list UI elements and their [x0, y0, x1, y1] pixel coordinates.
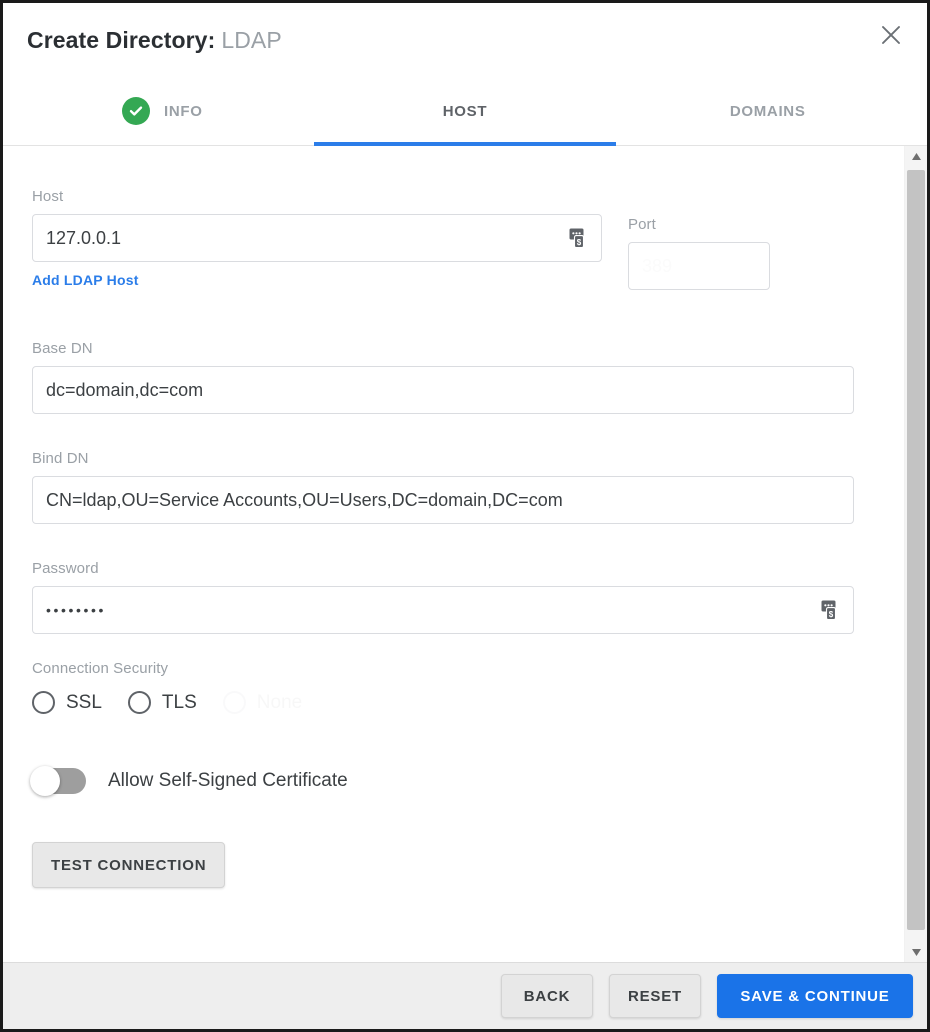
bind-dn-label: Bind DN — [32, 450, 854, 467]
host-input[interactable] — [33, 215, 557, 261]
base-dn-label: Base DN — [32, 340, 854, 357]
port-label: Port — [628, 216, 770, 233]
reset-button[interactable]: RESET — [609, 974, 701, 1018]
password-label: Password — [32, 560, 854, 577]
radio-icon — [32, 691, 55, 714]
base-dn-input[interactable] — [33, 367, 853, 413]
svg-text:$: $ — [577, 238, 582, 247]
radio-option-tls-label: TLS — [162, 692, 197, 714]
host-form: Host $ — [3, 146, 904, 962]
host-label: Host — [32, 188, 602, 205]
connection-security-label: Connection Security — [32, 660, 854, 677]
password-input[interactable] — [33, 587, 809, 633]
wizard-tabs: INFO HOST DOMAINS — [3, 77, 927, 146]
base-dn-field-group: Base DN — [32, 340, 854, 414]
spacer-3 — [32, 524, 854, 560]
self-signed-toggle[interactable] — [32, 768, 86, 794]
port-input-shell[interactable] — [628, 242, 770, 290]
back-button[interactable]: BACK — [501, 974, 593, 1018]
tab-host-label: HOST — [443, 103, 487, 120]
tab-domains-label: DOMAINS — [730, 103, 806, 120]
host-field-group: Host $ — [32, 188, 602, 290]
port-field-group: Port — [628, 216, 770, 290]
tab-host[interactable]: HOST — [314, 77, 617, 145]
tab-info[interactable]: INFO — [11, 77, 314, 145]
tab-info-label: INFO — [164, 103, 203, 120]
radio-option-ssl[interactable]: SSL — [32, 691, 102, 714]
bind-dn-input-shell[interactable] — [32, 476, 854, 524]
connection-security-options: SSL TLS None — [32, 691, 854, 714]
close-icon — [879, 23, 903, 47]
dialog-header: Create Directory:LDAP — [3, 3, 927, 77]
page-title: Create Directory:LDAP — [27, 27, 282, 54]
test-connection-button[interactable]: TEST CONNECTION — [32, 842, 225, 888]
spacer-2 — [32, 414, 854, 450]
scroll-up-arrow-icon[interactable] — [905, 146, 927, 166]
scrollbar-thumb[interactable] — [907, 170, 925, 930]
radio-option-none[interactable]: None — [223, 691, 302, 714]
password-input-shell[interactable]: $ — [32, 586, 854, 634]
host-port-row: Host $ — [32, 188, 854, 290]
host-input-shell[interactable]: $ — [32, 214, 602, 262]
base-dn-input-shell[interactable] — [32, 366, 854, 414]
scroll-down-arrow-icon[interactable] — [905, 942, 927, 962]
vertical-scrollbar[interactable] — [904, 146, 927, 962]
self-signed-label: Allow Self-Signed Certificate — [108, 770, 348, 792]
save-and-continue-button[interactable]: SAVE & CONTINUE — [717, 974, 913, 1018]
connection-security-group: Connection Security SSL TLS None — [32, 660, 854, 714]
secret-variable-icon[interactable]: $ — [809, 587, 853, 633]
dialog-footer: BACK RESET SAVE & CONTINUE — [3, 962, 927, 1029]
check-circle-icon — [122, 97, 150, 125]
scrollbar-track[interactable] — [905, 166, 927, 942]
port-input[interactable] — [629, 243, 769, 289]
page-title-main: Create Directory: — [27, 27, 215, 53]
bind-dn-input[interactable] — [33, 477, 853, 523]
password-field-group: Password $ — [32, 560, 854, 634]
spacer-1 — [32, 290, 854, 340]
add-ldap-host-link[interactable]: Add LDAP Host — [32, 272, 139, 288]
radio-option-ssl-label: SSL — [66, 692, 102, 714]
radio-option-none-label: None — [257, 692, 302, 714]
radio-option-tls[interactable]: TLS — [128, 691, 197, 714]
page-title-type: LDAP — [221, 27, 281, 53]
self-signed-row: Allow Self-Signed Certificate — [32, 768, 854, 794]
dialog-body: Host $ — [3, 146, 927, 962]
svg-text:$: $ — [829, 610, 834, 619]
bind-dn-field-group: Bind DN — [32, 450, 854, 524]
close-button[interactable] — [873, 17, 909, 53]
toggle-knob — [30, 766, 60, 796]
radio-icon — [223, 691, 246, 714]
radio-icon — [128, 691, 151, 714]
create-directory-dialog: Create Directory:LDAP INFO HOST DOMAINS — [0, 0, 930, 1032]
secret-variable-icon[interactable]: $ — [557, 215, 601, 261]
tab-domains[interactable]: DOMAINS — [616, 77, 919, 145]
